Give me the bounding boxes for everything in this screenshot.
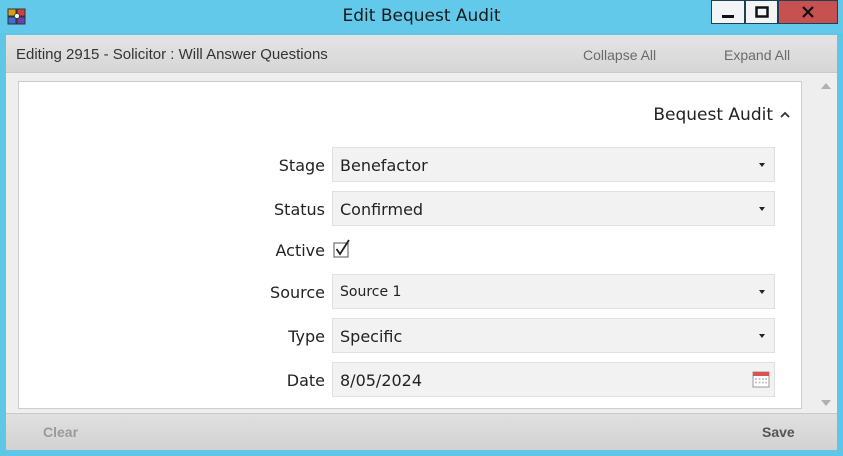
chevron-up-icon[interactable] — [779, 109, 791, 121]
dialog-content: Editing 2915 - Solicitor : Will Answer Q… — [6, 35, 837, 450]
form-scroll-area: Bequest Audit Stage Benefactor Status Co… — [6, 74, 837, 412]
footer-bar: Clear Save — [6, 413, 837, 450]
expand-all-link[interactable]: Expand All — [724, 47, 790, 63]
stage-dropdown[interactable]: Benefactor — [332, 147, 775, 182]
status-value: Confirmed — [340, 200, 424, 219]
chevron-down-icon[interactable] — [754, 319, 770, 352]
header-bar: Editing 2915 - Solicitor : Will Answer Q… — [6, 35, 837, 73]
editing-title: Editing 2915 - Solicitor : Will Answer Q… — [16, 46, 328, 63]
scroll-up-icon[interactable] — [821, 83, 831, 89]
close-icon — [802, 6, 814, 18]
stage-value: Benefactor — [340, 156, 428, 175]
type-value: Specific — [340, 327, 403, 346]
date-label: Date — [286, 371, 325, 390]
source-dropdown[interactable]: Source 1 — [332, 274, 775, 309]
source-label: Source — [270, 283, 325, 302]
type-dropdown[interactable]: Specific — [332, 318, 775, 353]
type-label: Type — [288, 327, 325, 346]
save-button[interactable]: Save — [762, 424, 795, 440]
maximize-icon — [754, 6, 769, 18]
status-label: Status — [274, 200, 325, 219]
active-checkbox[interactable] — [333, 239, 353, 259]
minimize-button[interactable] — [711, 0, 745, 24]
collapse-all-link[interactable]: Collapse All — [583, 47, 656, 63]
maximize-button[interactable] — [745, 0, 778, 24]
section-header[interactable]: Bequest Audit — [653, 105, 791, 125]
section-title: Bequest Audit — [653, 105, 773, 125]
edit-bequest-audit-window: Edit Bequest Audit Editing 2915 - Solici… — [0, 0, 843, 456]
active-label: Active — [275, 241, 326, 260]
date-picker[interactable]: 8/05/2024 — [332, 362, 775, 397]
source-value: Source 1 — [340, 284, 402, 300]
calendar-icon[interactable] — [752, 370, 770, 388]
title-bar[interactable]: Edit Bequest Audit — [0, 0, 843, 33]
scroll-down-icon[interactable] — [821, 400, 831, 406]
stage-label: Stage — [278, 156, 325, 175]
close-button[interactable] — [778, 0, 838, 24]
clear-button[interactable]: Clear — [43, 424, 78, 440]
vertical-scrollbar[interactable] — [815, 74, 837, 412]
chevron-down-icon[interactable] — [754, 275, 770, 308]
bequest-audit-section: Bequest Audit Stage Benefactor Status Co… — [18, 81, 802, 409]
chevron-down-icon[interactable] — [754, 192, 770, 225]
minimize-icon — [722, 15, 734, 18]
status-dropdown[interactable]: Confirmed — [332, 191, 775, 226]
chevron-down-icon[interactable] — [754, 148, 770, 181]
date-value: 8/05/2024 — [340, 371, 423, 390]
